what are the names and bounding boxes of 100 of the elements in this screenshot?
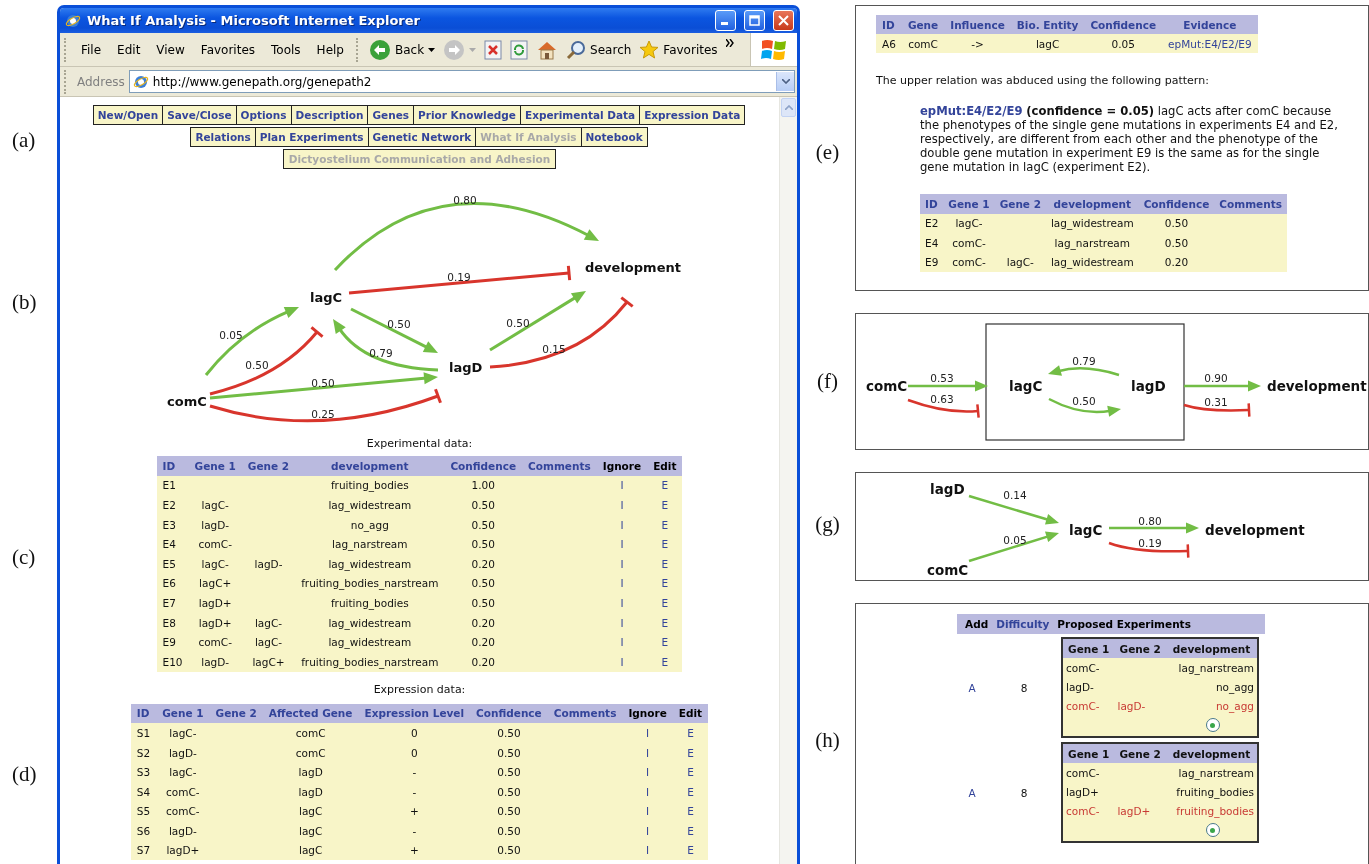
table-cell: E4	[156, 534, 189, 554]
chevron-icon[interactable]	[725, 39, 735, 47]
menu-item[interactable]: Favorites	[192, 42, 264, 57]
table-link[interactable]: E	[647, 612, 683, 633]
edge-weight: 0.15	[541, 343, 566, 355]
column-header: Confidence	[1084, 15, 1163, 34]
table-cell-text: lagD+	[1116, 803, 1152, 819]
table-link[interactable]: I	[596, 593, 648, 613]
table-link[interactable]: E	[647, 593, 683, 613]
column-header: Comments	[1214, 194, 1287, 214]
edge-weight: 0.31	[1204, 396, 1228, 408]
table-cell: E7	[156, 593, 189, 613]
toolbar-button[interactable]: Favorites	[635, 36, 722, 63]
minimize-button[interactable]	[715, 10, 736, 31]
table-link[interactable]: E	[647, 553, 683, 574]
table-link[interactable]: E	[672, 723, 709, 743]
table-cell: E6	[156, 573, 189, 594]
menu-item[interactable]: View	[148, 42, 193, 57]
column-header: Bio. Entity	[1010, 15, 1085, 34]
nav-tab[interactable]: Description	[290, 105, 369, 125]
close-icon[interactable]	[778, 15, 789, 26]
table-link[interactable]: I	[622, 723, 673, 743]
table-link[interactable]: E	[647, 573, 683, 594]
gene-label: lagC	[309, 290, 342, 305]
toolbar-button[interactable]: Back	[364, 36, 440, 63]
table-cell: E10	[156, 651, 189, 672]
evidence-link[interactable]: epMut:E4/E2/E9	[920, 104, 1023, 118]
table-cell: 1.00	[444, 475, 523, 496]
table-link[interactable]: E	[647, 632, 683, 652]
column-header: ID	[130, 703, 157, 724]
radio-button[interactable]	[1205, 718, 1220, 732]
explanation-text: The upper relation was abduced using the following pattern:	[876, 74, 1210, 88]
table-link[interactable]: E	[647, 475, 683, 496]
edge-weight: 0.53	[930, 372, 954, 384]
nav-tab[interactable]: Options	[235, 105, 292, 125]
caret-icon[interactable]	[428, 47, 436, 52]
table-link[interactable]: E	[647, 514, 683, 535]
nav-tab[interactable]: New/Open	[92, 105, 164, 125]
nav-tab[interactable]: Plan Experiments	[254, 127, 369, 147]
table-cell: comC-	[188, 632, 242, 652]
dropdown-caret-icon[interactable]	[781, 79, 790, 84]
table-link[interactable]: E	[672, 762, 709, 782]
nav-tab[interactable]: Relations	[190, 127, 256, 147]
table-cell: 0.50	[470, 723, 548, 743]
nav-tab[interactable]: Save/Close	[162, 105, 237, 125]
table-link[interactable]: I	[622, 781, 673, 802]
table-link[interactable]: I	[622, 762, 673, 782]
table-cell: S4	[130, 781, 157, 802]
table-link[interactable]: I	[596, 495, 648, 515]
nav-tab[interactable]: Expression Data	[639, 105, 746, 125]
add-link[interactable]: A	[957, 681, 987, 694]
panel-label: (f)	[817, 370, 838, 392]
menu-item[interactable]: Edit	[109, 42, 149, 57]
address-field[interactable]: http://www.genepath.org/genepath2	[128, 70, 795, 93]
table-link[interactable]: I	[596, 632, 648, 652]
table-link[interactable]: E	[647, 651, 683, 672]
maximize-button[interactable]	[744, 10, 765, 31]
table-link[interactable]: I	[622, 742, 673, 763]
menu-item[interactable]: Help	[308, 42, 352, 57]
table-cell: E3	[156, 514, 189, 535]
table-cell: 0.50	[470, 742, 548, 763]
gene-label: comC	[866, 378, 908, 394]
nav-tab[interactable]: Genes	[367, 105, 415, 125]
nav-tab[interactable]: Prior Knowledge	[413, 105, 521, 125]
table-link[interactable]: E	[647, 495, 683, 515]
table-link[interactable]: E	[672, 821, 709, 841]
toolbar-button[interactable]: Search	[562, 36, 636, 63]
table-link[interactable]: I	[596, 534, 648, 554]
column-header: Gene 2	[1114, 639, 1167, 658]
table-link[interactable]: I	[622, 840, 673, 861]
column-header: Gene	[901, 15, 945, 34]
table-cell: -	[358, 821, 471, 841]
menu-item[interactable]: Tools	[263, 42, 309, 57]
nav-tab[interactable]: Genetic Network	[367, 127, 477, 147]
close-button[interactable]	[773, 10, 794, 31]
nav-tab[interactable]: Notebook	[580, 127, 648, 147]
edge-weight: 0.50	[244, 359, 269, 371]
table-cell: lag_widestream	[295, 495, 445, 515]
gene-label: comC	[927, 562, 969, 578]
table-link[interactable]: I	[622, 821, 673, 841]
column-header: Evidence	[1162, 15, 1258, 34]
column-header: ID	[920, 194, 944, 214]
table-link[interactable]: I	[622, 801, 673, 822]
table-cell: lag_widestream	[295, 553, 445, 574]
pattern-text: epMut:E4/E2/E9 (confidence = 0.05) lagC acts after comC because the phenotypes of the single gene mutations in experiments E4 and E2, respectively, are different from each other and the phenotype of the double gene mutation in experiment E9 is the same as for the single gene mutation in lagC (experiment E2).	[920, 104, 1339, 174]
table-cell: lagC-	[241, 632, 296, 652]
table-cell: -	[358, 762, 471, 782]
maximize-icon[interactable]	[749, 15, 760, 26]
table-cell: fruiting_bodies_narstream	[295, 573, 445, 594]
menu-item[interactable]: File	[73, 42, 110, 57]
radio-button[interactable]	[1205, 823, 1220, 837]
project-title: Dictyostelium Communication and Adhesion	[282, 149, 557, 169]
search-icon[interactable]	[566, 39, 587, 60]
star-icon[interactable]	[639, 39, 660, 60]
window-title: What If Analysis - Microsoft Internet Explorer	[87, 13, 421, 28]
table-link[interactable]: epMut:E4/E2/E9	[1162, 34, 1258, 53]
nav-tab[interactable]: Experimental Data	[520, 105, 641, 125]
add-link[interactable]: A	[957, 786, 987, 799]
table-link[interactable]: E	[647, 534, 683, 554]
table-cell: 0.50	[470, 762, 548, 782]
